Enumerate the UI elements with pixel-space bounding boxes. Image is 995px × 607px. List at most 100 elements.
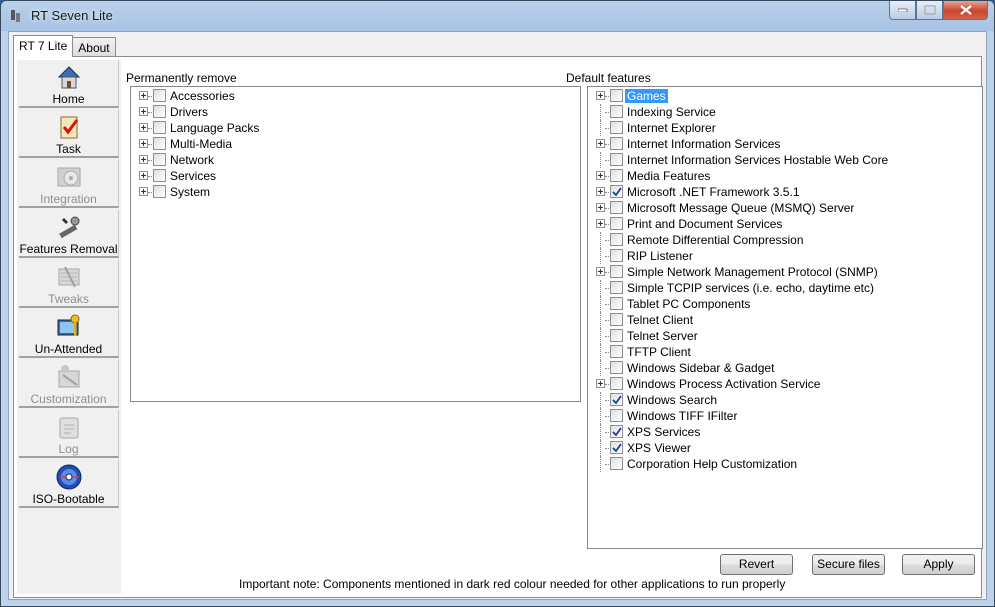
tree-item-label[interactable]: Internet Information Services Hostable W… (625, 153, 890, 167)
tree-item-label[interactable]: Services (168, 169, 218, 183)
sidebar-item-un-attended[interactable]: Un-Attended (19, 310, 119, 358)
checkbox[interactable] (610, 393, 623, 406)
checkbox[interactable] (153, 169, 166, 182)
tree-item-label[interactable]: Microsoft Message Queue (MSMQ) Server (625, 201, 856, 215)
tree-item-label[interactable]: Multi-Media (168, 137, 234, 151)
checkbox[interactable] (610, 409, 623, 422)
important-note: Important note: Components mentioned in … (239, 577, 786, 591)
expand-plus-icon[interactable] (596, 379, 605, 388)
checkbox[interactable] (610, 345, 623, 358)
tree-item-label[interactable]: Windows Sidebar & Gadget (625, 361, 776, 375)
tree-item-label[interactable]: Simple TCPIP services (i.e. echo, daytim… (625, 281, 876, 295)
tree-item-label[interactable]: Windows Process Activation Service (625, 377, 822, 391)
checkbox[interactable] (610, 441, 623, 454)
maximize-button[interactable] (916, 1, 943, 20)
checkbox[interactable] (153, 89, 166, 102)
checkbox[interactable] (610, 281, 623, 294)
checkbox[interactable] (610, 249, 623, 262)
tab-page: Home Task Integration Features Removal T… (13, 56, 983, 598)
tree-item-label[interactable]: System (168, 185, 212, 199)
tree-item-label[interactable]: Print and Document Services (625, 217, 784, 231)
revert-button[interactable]: Revert (720, 554, 793, 575)
expand-plus-icon[interactable] (596, 219, 605, 228)
minimize-button[interactable] (889, 1, 916, 20)
checkbox[interactable] (610, 377, 623, 390)
expand-plus-icon[interactable] (596, 187, 605, 196)
key-monitor-icon (57, 314, 80, 336)
tree-item-label[interactable]: Drivers (168, 105, 210, 119)
expand-plus-icon[interactable] (139, 187, 148, 196)
expand-plus-icon[interactable] (139, 139, 148, 148)
sidebar-item-tweaks[interactable]: Tweaks (19, 260, 119, 308)
tree-item-label[interactable]: Corporation Help Customization (625, 457, 799, 471)
sidebar-item-customization[interactable]: Customization (19, 360, 119, 408)
tree-item-label[interactable]: Microsoft .NET Framework 3.5.1 (625, 185, 802, 199)
tree-item-label[interactable]: Language Packs (168, 121, 261, 135)
tree-item-label[interactable]: Media Features (625, 169, 712, 183)
tree-item-label[interactable]: Windows Search (625, 393, 719, 407)
apply-button[interactable]: Apply (902, 554, 975, 575)
tree-item-label[interactable]: Games (625, 89, 668, 103)
expand-plus-icon[interactable] (139, 123, 148, 132)
tab-rt7lite[interactable]: RT 7 Lite (13, 35, 74, 57)
secure-files-button[interactable]: Secure files (812, 554, 885, 575)
sidebar-item-log[interactable]: Log (19, 410, 119, 458)
sidebar-item-task[interactable]: Task (19, 110, 119, 158)
checkbox[interactable] (610, 265, 623, 278)
checkbox[interactable] (153, 121, 166, 134)
checkbox[interactable] (610, 121, 623, 134)
checkbox[interactable] (610, 217, 623, 230)
tree-item-label[interactable]: Internet Information Services (625, 137, 782, 151)
tree-item-label[interactable]: XPS Viewer (625, 441, 693, 455)
checkbox[interactable] (153, 153, 166, 166)
tree-item-label[interactable]: Network (168, 153, 216, 167)
expand-plus-icon[interactable] (596, 267, 605, 276)
expand-plus-icon[interactable] (139, 171, 148, 180)
expand-plus-icon[interactable] (139, 155, 148, 164)
checkbox[interactable] (610, 313, 623, 326)
checkbox[interactable] (610, 329, 623, 342)
expand-plus-icon[interactable] (139, 107, 148, 116)
checkbox[interactable] (610, 105, 623, 118)
tree-item-label[interactable]: Simple Network Management Protocol (SNMP… (625, 265, 880, 279)
sidebar-item-iso-bootable[interactable]: ISO-Bootable (19, 460, 119, 508)
tree-item-label[interactable]: Telnet Server (625, 329, 700, 343)
checkbox[interactable] (153, 185, 166, 198)
permanently-remove-tree[interactable]: Accessories Drivers Language Packs Multi-Me… (130, 86, 581, 402)
tree-item-label[interactable]: Telnet Client (625, 313, 695, 327)
checkbox[interactable] (610, 201, 623, 214)
expand-plus-icon[interactable] (596, 171, 605, 180)
checkbox[interactable] (153, 137, 166, 150)
tree-item-label[interactable]: Internet Explorer (625, 121, 718, 135)
checkbox[interactable] (610, 169, 623, 182)
expand-plus-icon[interactable] (596, 203, 605, 212)
title-bar[interactable]: RT Seven Lite (1, 1, 994, 31)
tree-item-label[interactable]: TFTP Client (625, 345, 693, 359)
tree-item-label[interactable]: RIP Listener (625, 249, 695, 263)
tree-item-label[interactable]: XPS Services (625, 425, 702, 439)
tree-item-label[interactable]: Windows TIFF IFilter (625, 409, 739, 423)
checkbox[interactable] (610, 89, 623, 102)
sidebar-item-features-removal[interactable]: Features Removal (19, 210, 119, 258)
checkbox[interactable] (610, 297, 623, 310)
checkbox[interactable] (610, 137, 623, 150)
expand-plus-icon[interactable] (596, 139, 605, 148)
default-features-tree[interactable]: Games Indexing Service Internet Explorer In… (587, 86, 983, 549)
checkbox[interactable] (610, 233, 623, 246)
expand-plus-icon[interactable] (139, 91, 148, 100)
checkbox[interactable] (153, 105, 166, 118)
checkbox[interactable] (610, 361, 623, 374)
checkbox[interactable] (610, 153, 623, 166)
sidebar-item-home[interactable]: Home (19, 60, 119, 108)
close-button[interactable] (943, 1, 988, 20)
checkbox[interactable] (610, 425, 623, 438)
tree-item-label[interactable]: Accessories (168, 89, 237, 103)
tree-item-label[interactable]: Remote Differential Compression (625, 233, 806, 247)
tab-about[interactable]: About (72, 37, 116, 57)
checkbox[interactable] (610, 457, 623, 470)
tree-item-label[interactable]: Indexing Service (625, 105, 718, 119)
expand-plus-icon[interactable] (596, 91, 605, 100)
sidebar-item-integration[interactable]: Integration (19, 160, 119, 208)
tree-item-label[interactable]: Tablet PC Components (625, 297, 752, 311)
checkbox[interactable] (610, 185, 623, 198)
